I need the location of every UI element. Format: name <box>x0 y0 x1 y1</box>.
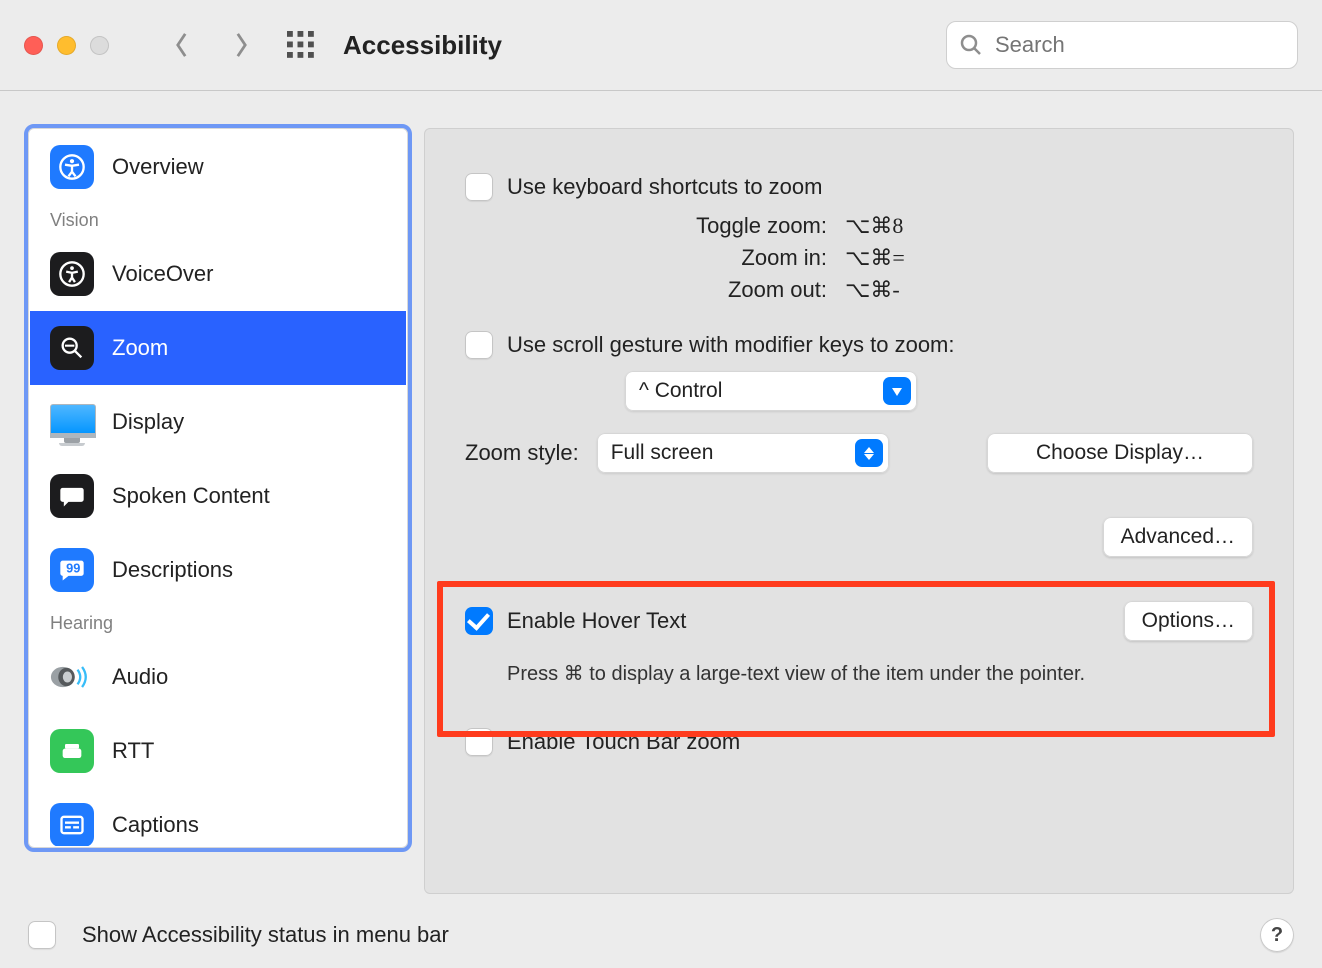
shortcut-label: Zoom out: <box>505 277 845 303</box>
sidebar-section-hearing: Hearing <box>30 607 406 640</box>
sidebar-item-zoom[interactable]: Zoom <box>30 311 406 385</box>
shortcut-value: ⌥⌘- <box>845 277 931 303</box>
sidebar-item-label: Zoom <box>112 335 168 361</box>
hover-text-hint: Press ⌘ to display a large-text view of … <box>507 661 1253 686</box>
label-zoom-style: Zoom style: <box>465 440 579 466</box>
select-value: ^ Control <box>639 379 722 403</box>
spoken-content-icon <box>50 474 94 518</box>
shortcut-list: Toggle zoom: ⌥⌘8 Zoom in: ⌥⌘= Zoom out: … <box>505 213 1253 303</box>
search-input[interactable] <box>993 31 1285 59</box>
shortcut-label: Toggle zoom: <box>505 213 845 239</box>
label-menubar-status: Show Accessibility status in menu bar <box>82 922 449 948</box>
search-icon <box>959 33 983 57</box>
select-value: Full screen <box>611 441 714 465</box>
close-window-button[interactable] <box>24 36 43 55</box>
row-scroll-gesture: Use scroll gesture with modifier keys to… <box>465 331 1253 359</box>
sidebar-item-label: Spoken Content <box>112 483 270 509</box>
checkbox-touchbar-zoom[interactable] <box>465 728 493 756</box>
row-touchbar-zoom: Enable Touch Bar zoom <box>465 728 1253 756</box>
voiceover-icon <box>50 252 94 296</box>
choose-display-button[interactable]: Choose Display… <box>987 433 1253 473</box>
footer: Show Accessibility status in menu bar ? <box>28 918 1294 952</box>
forward-button[interactable] <box>225 24 257 66</box>
label-touchbar-zoom: Enable Touch Bar zoom <box>507 729 740 755</box>
sidebar-item-label: RTT <box>112 738 154 764</box>
checkbox-scroll-gesture[interactable] <box>465 331 493 359</box>
display-icon <box>50 400 94 444</box>
zoom-style-select[interactable]: Full screen <box>597 433 889 473</box>
sidebar-item-descriptions[interactable]: 99 Descriptions <box>30 533 406 607</box>
label-scroll-gesture: Use scroll gesture with modifier keys to… <box>507 332 955 358</box>
search-field[interactable] <box>946 21 1298 69</box>
shortcut-label: Zoom in: <box>505 245 845 271</box>
sidebar-item-display[interactable]: Display <box>30 385 406 459</box>
modifier-key-select[interactable]: ^ Control <box>625 371 917 411</box>
grid-icon <box>287 31 315 59</box>
row-kb-shortcuts: Use keyboard shortcuts to zoom <box>465 173 1253 201</box>
speaker-icon <box>50 655 94 699</box>
chevrons-icon <box>855 439 883 467</box>
sidebar-item-label: Overview <box>112 154 204 180</box>
sidebar-item-label: Display <box>112 409 184 435</box>
zoom-icon <box>50 326 94 370</box>
rtt-icon <box>50 729 94 773</box>
hover-text-options-button[interactable]: Options… <box>1124 601 1253 641</box>
minimize-window-button[interactable] <box>57 36 76 55</box>
chevron-down-icon <box>883 377 911 405</box>
row-hover-text: Enable Hover Text Options… <box>465 601 1253 641</box>
settings-panel: Use keyboard shortcuts to zoom Toggle zo… <box>424 128 1294 894</box>
show-all-grid-button[interactable] <box>287 31 315 59</box>
titlebar: Accessibility <box>0 0 1322 91</box>
sidebar-item-captions[interactable]: Captions <box>30 788 406 846</box>
shortcut-value: ⌥⌘8 <box>845 213 931 239</box>
row-zoom-style: Zoom style: Full screen Choose Display… <box>465 433 1253 473</box>
label-hover-text: Enable Hover Text <box>507 608 686 634</box>
shortcut-value: ⌥⌘= <box>845 245 931 271</box>
checkbox-hover-text[interactable] <box>465 607 493 635</box>
back-button[interactable] <box>165 24 197 66</box>
svg-text:99: 99 <box>66 560 80 575</box>
sidebar-item-label: Audio <box>112 664 168 690</box>
sidebar[interactable]: Overview Vision VoiceOver Zoom Display <box>28 128 408 848</box>
sidebar-item-audio[interactable]: Audio <box>30 640 406 714</box>
sidebar-item-label: VoiceOver <box>112 261 214 287</box>
nav-buttons <box>165 24 257 66</box>
captions-icon <box>50 803 94 846</box>
zoom-window-button[interactable] <box>90 36 109 55</box>
advanced-button[interactable]: Advanced… <box>1103 517 1253 557</box>
checkbox-kb-shortcuts[interactable] <box>465 173 493 201</box>
sidebar-item-label: Captions <box>112 812 199 838</box>
window-title: Accessibility <box>343 30 502 61</box>
help-button[interactable]: ? <box>1260 918 1294 952</box>
sidebar-item-rtt[interactable]: RTT <box>30 714 406 788</box>
accessibility-icon <box>50 145 94 189</box>
window-controls <box>24 36 109 55</box>
checkbox-menubar-status[interactable] <box>28 921 56 949</box>
sidebar-item-voiceover[interactable]: VoiceOver <box>30 237 406 311</box>
sidebar-item-label: Descriptions <box>112 557 233 583</box>
sidebar-section-vision: Vision <box>30 204 406 237</box>
sidebar-item-spoken-content[interactable]: Spoken Content <box>30 459 406 533</box>
label-kb-shortcuts: Use keyboard shortcuts to zoom <box>507 174 822 200</box>
sidebar-item-overview[interactable]: Overview <box>30 130 406 204</box>
descriptions-icon: 99 <box>50 548 94 592</box>
